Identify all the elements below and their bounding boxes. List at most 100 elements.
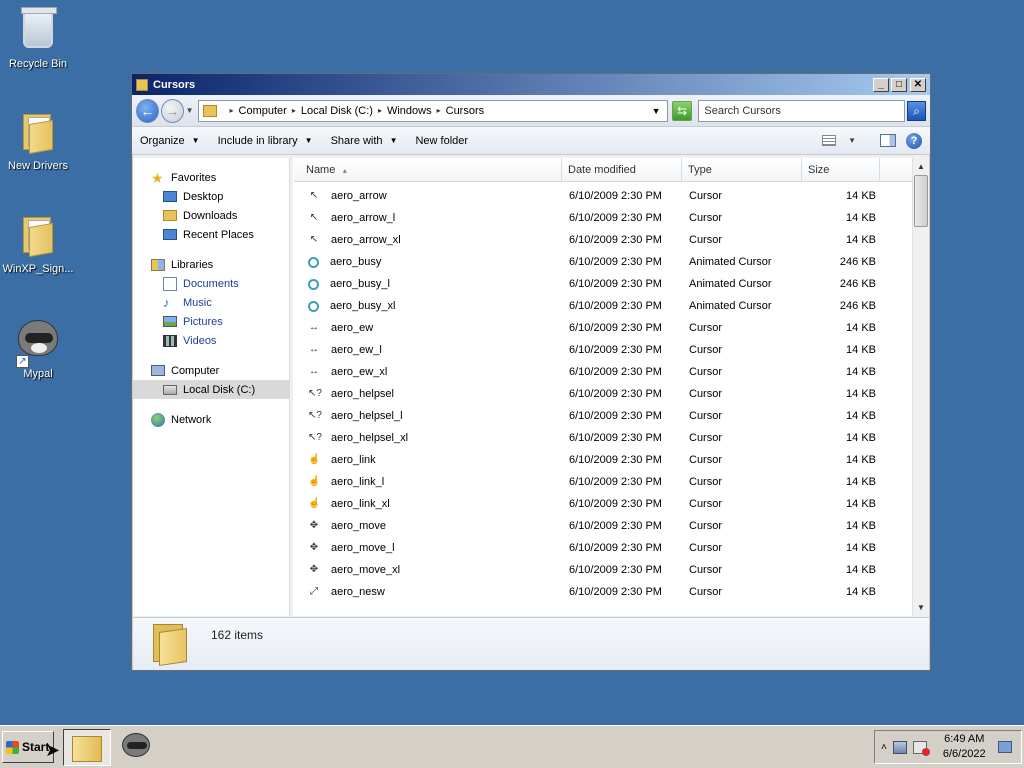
refresh-button[interactable]: ⇆ [671, 100, 693, 121]
file-row[interactable]: ↖? aero_helpsel_l 6/10/2009 2:30 PM Cursor 1… [294, 405, 929, 427]
include-in-library-menu[interactable]: Include in library ▼ [218, 135, 313, 147]
chevron-right-icon[interactable]: ▸ [437, 106, 441, 115]
taskbar-mypal-button[interactable] [120, 731, 152, 761]
file-size: 14 KB [846, 542, 876, 554]
column-header-date[interactable]: Date modified [562, 158, 682, 181]
column-header-type[interactable]: Type [682, 158, 802, 181]
file-row[interactable]: ☝ aero_link_l 6/10/2009 2:30 PM Cursor 14 KB [294, 471, 929, 493]
file-name-cell: aero_busy_xl [294, 300, 562, 312]
file-name-cell: ⤢ aero_nesw [294, 586, 562, 598]
search-input[interactable]: Search Cursors [698, 99, 905, 122]
file-date: 6/10/2009 2:30 PM [569, 476, 662, 488]
help-icon[interactable]: ? [906, 132, 922, 149]
breadcrumb-cursors[interactable]: Cursors [446, 105, 485, 117]
taskbar-explorer-button[interactable] [63, 729, 111, 766]
desktop-icon-mypal[interactable]: ↗ Mypal [0, 316, 76, 380]
share-with-menu[interactable]: Share with ▼ [331, 135, 398, 147]
show-desktop-icon[interactable] [997, 741, 1012, 753]
chevron-down-icon: ▼ [389, 136, 398, 145]
file-row[interactable]: ↖ aero_arrow 6/10/2009 2:30 PM Cursor 14 KB [294, 185, 929, 207]
file-row[interactable]: ☝ aero_link_xl 6/10/2009 2:30 PM Cursor 14 K… [294, 493, 929, 515]
back-button[interactable]: ← [136, 98, 159, 123]
search-icon[interactable]: ⌕ [906, 100, 926, 121]
nav-desktop[interactable]: Desktop [133, 187, 289, 206]
nav-pictures[interactable]: Pictures [133, 312, 289, 331]
chevron-down-icon: ▼ [191, 136, 200, 145]
desktop-icon-new-drivers[interactable]: New Drivers [0, 110, 76, 172]
recent-pages-dropdown[interactable]: ▼ [186, 106, 194, 115]
vertical-scrollbar[interactable]: ▲ ▼ [912, 158, 929, 616]
column-header-name[interactable]: Name ▲ [294, 158, 562, 181]
file-row[interactable]: aero_busy 6/10/2009 2:30 PM Animated Curso… [294, 251, 929, 273]
nav-favorites[interactable]: ★ Favorites [133, 168, 289, 187]
file-row[interactable]: ✥ aero_move_l 6/10/2009 2:30 PM Cursor 14 KB [294, 537, 929, 559]
recycle-bin-icon [21, 7, 57, 48]
scroll-up-icon[interactable]: ▲ [913, 158, 929, 175]
file-size: 14 KB [846, 410, 876, 422]
minimize-button[interactable]: _ [873, 77, 889, 92]
show-hidden-icons-icon[interactable]: ˄ [881, 742, 887, 753]
nav-music[interactable]: ♪ Music [133, 293, 289, 312]
file-row[interactable]: aero_busy_xl 6/10/2009 2:30 PM Animated Cu… [294, 295, 929, 317]
file-name-cell: ↖ aero_arrow_xl [294, 234, 562, 246]
new-folder-button[interactable]: New folder [415, 135, 468, 147]
nav-computer[interactable]: Computer [133, 361, 289, 380]
nav-local-disk[interactable]: Local Disk (C:) [133, 380, 289, 399]
scrollbar-thumb[interactable] [914, 175, 928, 227]
file-name: aero_ew_l [331, 344, 382, 356]
item-count: 162 items [211, 628, 264, 642]
file-row[interactable]: ↔ aero_ew 6/10/2009 2:30 PM Cursor 14 KB [294, 317, 929, 339]
clock[interactable]: 6:49 AM 6/6/2022 [943, 732, 986, 762]
file-name-cell: ✥ aero_move_l [294, 542, 562, 554]
view-dropdown-icon[interactable]: ▼ [848, 136, 856, 145]
address-dropdown-icon[interactable]: ▼ [652, 106, 661, 116]
breadcrumb-computer[interactable]: Computer [239, 105, 287, 117]
nav-downloads[interactable]: Downloads [133, 206, 289, 225]
file-name-cell: ↖? aero_helpsel [294, 388, 562, 400]
file-row[interactable]: ↔ aero_ew_xl 6/10/2009 2:30 PM Cursor 14 KB [294, 361, 929, 383]
file-row[interactable]: aero_busy_l 6/10/2009 2:30 PM Animated Cur… [294, 273, 929, 295]
breadcrumb-windows[interactable]: Windows [387, 105, 432, 117]
nav-videos[interactable]: Videos [133, 331, 289, 350]
organize-menu[interactable]: Organize ▼ [140, 135, 200, 147]
nav-recent-places[interactable]: Recent Places [133, 225, 289, 244]
file-row[interactable]: ✥ aero_move 6/10/2009 2:30 PM Cursor 14 KB [294, 515, 929, 537]
scroll-down-icon[interactable]: ▼ [913, 599, 929, 616]
maximize-button[interactable]: □ [891, 77, 907, 92]
file-name-cell: ☝ aero_link_l [294, 476, 562, 488]
file-name-cell: ↖ aero_arrow [294, 190, 562, 202]
file-row[interactable]: ↖? aero_helpsel_xl 6/10/2009 2:30 PM Cursor… [294, 427, 929, 449]
desktop-icon-winxp-sign[interactable]: WinXP_Sign... [0, 213, 76, 275]
volume-muted-icon[interactable] [912, 740, 930, 756]
forward-button[interactable]: → [160, 98, 184, 123]
file-row[interactable]: ⤢ aero_nesw 6/10/2009 2:30 PM Cursor 14 KB [294, 581, 929, 603]
nav-documents[interactable]: Documents [133, 274, 289, 293]
desktop-icon-recycle-bin[interactable]: Recycle Bin [0, 7, 76, 70]
window-title: Cursors [153, 78, 196, 91]
title-bar[interactable]: Cursors _ □ ✕ [132, 74, 930, 95]
chevron-right-icon[interactable]: ▸ [292, 106, 296, 115]
column-header-size[interactable]: Size [802, 158, 880, 181]
file-row[interactable]: ☝ aero_link 6/10/2009 2:30 PM Cursor 14 KB [294, 449, 929, 471]
file-date: 6/10/2009 2:30 PM [569, 366, 662, 378]
system-tray: ˄ 6:49 AM 6/6/2022 [874, 730, 1022, 764]
busy-cursor-icon [308, 300, 319, 312]
file-type: Cursor [689, 234, 723, 246]
file-row[interactable]: ↔ aero_ew_l 6/10/2009 2:30 PM Cursor 14 KB [294, 339, 929, 361]
nav-libraries[interactable]: Libraries [133, 255, 289, 274]
address-bar[interactable]: ▸ Computer ▸ Local Disk (C:) ▸ Windows ▸… [197, 99, 668, 122]
network-tray-icon[interactable] [892, 740, 907, 754]
file-row[interactable]: ✥ aero_move_xl 6/10/2009 2:30 PM Cursor 14 K… [294, 559, 929, 581]
folder-icon [72, 736, 102, 762]
nav-label: Libraries [171, 258, 214, 271]
chevron-right-icon[interactable]: ▸ [230, 106, 234, 115]
chevron-right-icon[interactable]: ▸ [378, 106, 382, 115]
view-options-icon[interactable] [822, 135, 837, 146]
file-row[interactable]: ↖ aero_arrow_l 6/10/2009 2:30 PM Cursor 14 K… [294, 207, 929, 229]
close-button[interactable]: ✕ [910, 77, 926, 92]
nav-network[interactable]: Network [133, 410, 289, 429]
file-row[interactable]: ↖? aero_helpsel 6/10/2009 2:30 PM Cursor 14 … [294, 383, 929, 405]
preview-pane-icon[interactable] [880, 134, 896, 147]
file-row[interactable]: ↖ aero_arrow_xl 6/10/2009 2:30 PM Cursor 14 … [294, 229, 929, 251]
breadcrumb-local-disk[interactable]: Local Disk (C:) [301, 105, 373, 117]
